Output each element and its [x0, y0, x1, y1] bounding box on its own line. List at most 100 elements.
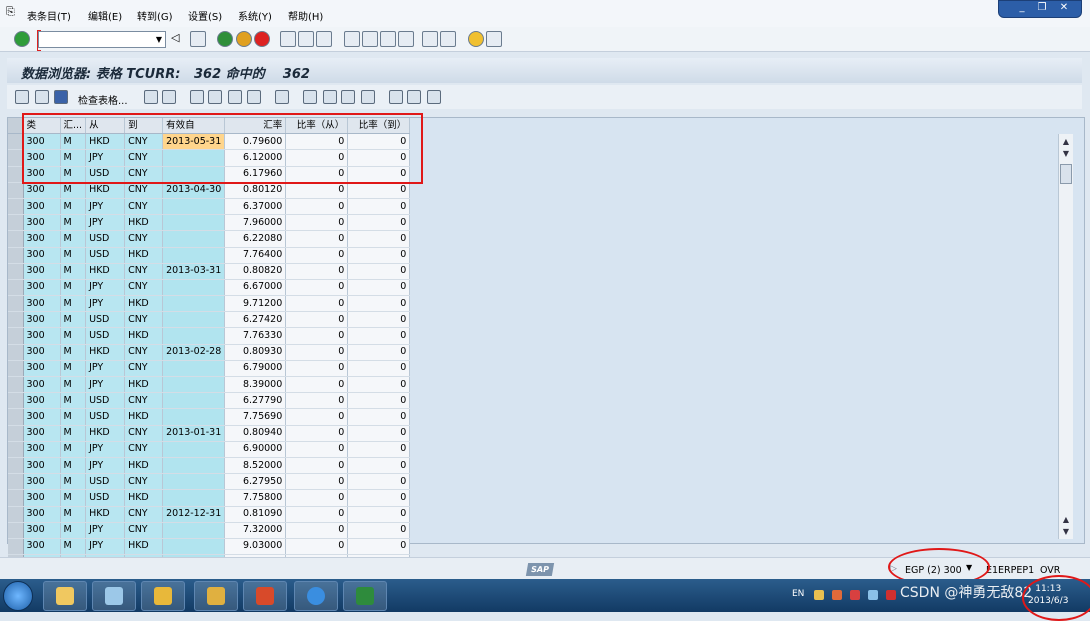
row-selector[interactable] — [8, 441, 24, 458]
cell-from-currency[interactable]: JPY — [85, 441, 126, 458]
cell-ratio-from[interactable]: 0 — [285, 441, 349, 458]
taskbar-excel[interactable] — [343, 581, 387, 611]
cell-type[interactable]: 300 — [23, 522, 61, 539]
page-up-icon[interactable]: ▼ — [1060, 148, 1072, 159]
cell-from-currency[interactable]: USD — [85, 327, 126, 345]
detail-list-icon[interactable] — [162, 90, 176, 104]
last-page-icon[interactable] — [398, 31, 414, 47]
cell-exchange-rate[interactable]: 0.80120 — [224, 182, 287, 199]
cell-ratio-from[interactable]: 0 — [285, 247, 349, 264]
cell-ratio-to[interactable]: 0 — [347, 214, 411, 232]
tray-icon[interactable] — [868, 590, 878, 600]
table-row[interactable]: 300 M JPY CNY 7.32000 0 0 — [8, 522, 411, 539]
cell-ratio-to[interactable]: 0 — [347, 441, 411, 458]
cell-type[interactable]: 300 — [23, 295, 61, 313]
table-row[interactable]: 300 M USD CNY 6.27950 0 0 — [8, 473, 411, 491]
display-icon[interactable] — [35, 90, 49, 104]
check-table-button[interactable]: 检查表格... — [78, 92, 128, 107]
cell-to-currency[interactable]: HKD — [124, 295, 164, 313]
taskbar-notepad[interactable] — [92, 581, 136, 611]
cell-ratio-from[interactable]: 0 — [285, 198, 349, 216]
cell-from-currency[interactable]: USD — [85, 489, 126, 507]
cell-to-currency[interactable]: HKD — [124, 376, 164, 394]
row-selector[interactable] — [8, 506, 24, 523]
cell-exchange-rate[interactable]: 6.90000 — [224, 441, 287, 458]
cell-type[interactable]: 300 — [23, 198, 61, 216]
cell-ratio-to[interactable]: 0 — [347, 279, 411, 297]
cell-to-currency[interactable]: CNY — [124, 522, 164, 539]
row-selector[interactable] — [8, 425, 24, 442]
scroll-down-icon[interactable]: ▼ — [1060, 526, 1072, 537]
cell-valid-from[interactable]: 2013-01-31 — [162, 425, 226, 442]
cell-exchange-rate[interactable]: 6.79000 — [224, 360, 287, 378]
row-selector[interactable] — [8, 230, 24, 248]
cell-exchange-rate[interactable]: 7.32000 — [224, 522, 287, 539]
cell-ratio-from[interactable]: 0 — [285, 392, 349, 410]
cell-rate-type[interactable]: M — [60, 344, 87, 361]
row-selector[interactable] — [8, 489, 24, 507]
cell-to-currency[interactable]: HKD — [124, 327, 164, 345]
shortcut-icon[interactable] — [440, 31, 456, 47]
table-row[interactable]: 300 M JPY CNY 6.79000 0 0 — [8, 360, 411, 378]
taskbar-ie[interactable] — [294, 581, 338, 611]
taskbar-explorer[interactable] — [43, 581, 87, 611]
cell-valid-from[interactable] — [162, 473, 226, 491]
cell-ratio-from[interactable]: 0 — [285, 295, 349, 313]
cell-ratio-to[interactable]: 0 — [347, 311, 411, 329]
taskbar-app[interactable] — [243, 581, 287, 611]
cell-ratio-to[interactable]: 0 — [347, 344, 411, 361]
table-row[interactable]: 300 M HKD CNY 2013-03-31 0.80820 0 0 — [8, 263, 411, 280]
cell-ratio-from[interactable]: 0 — [285, 279, 349, 297]
row-selector[interactable] — [8, 538, 24, 556]
row-selector[interactable] — [8, 392, 24, 410]
cell-exchange-rate[interactable]: 0.80930 — [224, 344, 287, 361]
cell-rate-type[interactable]: M — [60, 295, 87, 313]
cell-exchange-rate[interactable]: 8.39000 — [224, 376, 287, 394]
cell-to-currency[interactable]: CNY — [124, 392, 164, 410]
cell-exchange-rate[interactable]: 7.75690 — [224, 408, 287, 426]
taskbar-sap-logon[interactable] — [141, 581, 185, 611]
cell-ratio-from[interactable]: 0 — [285, 360, 349, 378]
cell-ratio-from[interactable]: 0 — [285, 425, 349, 442]
change-display-icon[interactable] — [15, 90, 29, 104]
cell-ratio-from[interactable]: 0 — [285, 522, 349, 539]
restore-icon[interactable]: ❐ — [1033, 2, 1051, 14]
cell-type[interactable]: 300 — [23, 311, 61, 329]
cell-type[interactable]: 300 — [23, 214, 61, 232]
cell-to-currency[interactable]: CNY — [124, 425, 164, 442]
cell-type[interactable]: 300 — [23, 425, 61, 442]
cell-to-currency[interactable]: CNY — [124, 506, 164, 523]
cell-valid-from[interactable] — [162, 214, 226, 232]
row-selector[interactable] — [8, 166, 24, 183]
back-icon[interactable] — [217, 31, 233, 47]
cell-from-currency[interactable]: USD — [85, 408, 126, 426]
cell-ratio-to[interactable]: 0 — [347, 360, 411, 378]
cell-ratio-from[interactable]: 0 — [285, 376, 349, 394]
cell-to-currency[interactable]: CNY — [124, 230, 164, 248]
enter-check-icon[interactable] — [14, 31, 30, 47]
cell-type[interactable]: 300 — [23, 408, 61, 426]
refresh-icon[interactable] — [54, 90, 68, 104]
cell-from-currency[interactable]: HKD — [85, 506, 126, 523]
row-selector[interactable] — [8, 376, 24, 394]
set-filter-icon[interactable] — [228, 90, 242, 104]
spreadsheet-icon[interactable] — [341, 90, 355, 104]
cell-type[interactable]: 300 — [23, 327, 61, 345]
cell-rate-type[interactable]: M — [60, 327, 87, 345]
cell-from-currency[interactable]: HKD — [85, 425, 126, 442]
cell-from-currency[interactable]: JPY — [85, 376, 126, 394]
table-row[interactable]: 300 M JPY HKD 9.71200 0 0 — [8, 295, 411, 313]
menu-system[interactable]: 系统(Y) — [238, 8, 272, 23]
cell-ratio-from[interactable]: 0 — [285, 344, 349, 361]
row-selector[interactable] — [8, 149, 24, 167]
cell-exchange-rate[interactable]: 6.27950 — [224, 473, 287, 491]
command-field[interactable]: ▼ — [37, 30, 166, 51]
cell-from-currency[interactable]: JPY — [85, 198, 126, 216]
cell-exchange-rate[interactable]: 6.22080 — [224, 230, 287, 248]
row-selector[interactable] — [8, 408, 24, 426]
cell-valid-from[interactable] — [162, 279, 226, 297]
row-selector[interactable] — [8, 279, 24, 297]
taskbar-sap-gui[interactable] — [194, 581, 238, 611]
details-icon[interactable] — [144, 90, 158, 104]
row-selector[interactable] — [8, 133, 24, 151]
